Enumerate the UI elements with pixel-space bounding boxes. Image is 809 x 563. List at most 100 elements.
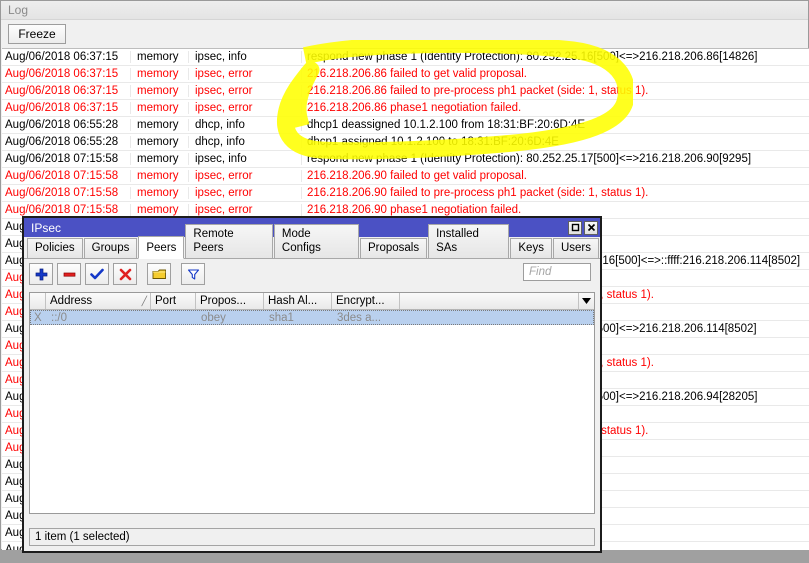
log-cell-topics: ipsec, error: [189, 187, 302, 199]
log-cell-time: Aug/06/2018 06:37:15: [2, 85, 131, 97]
ipsec-dialog: IPsec Policies Groups Peers Remote Peers Mod…: [22, 216, 602, 553]
find-input[interactable]: Find: [523, 263, 591, 281]
log-cell-message: dhcp1 assigned 10.1.2.100 to 18:31:BF:20…: [307, 136, 559, 148]
comment-icon[interactable]: [147, 263, 171, 285]
log-cell-message: 216.218.206.90 failed to get valid propo…: [307, 170, 527, 182]
peers-col-header-propos[interactable]: Propos...: [196, 293, 264, 309]
log-cell-time: Aug/06/2018 06:55:28: [2, 119, 131, 131]
close-icon[interactable]: [584, 220, 598, 235]
log-cell-buffer: memory: [131, 187, 189, 199]
log-cell-topics: dhcp, info: [189, 136, 302, 148]
log-cell-topics: dhcp, info: [189, 119, 302, 131]
peers-col-label: Hash Al...: [268, 295, 318, 307]
log-cell-buffer: memory: [131, 85, 189, 97]
log-cell-time: Aug/06/2018 07:15:58: [2, 153, 131, 165]
log-cell-time: Aug/06/2018 06:37:15: [2, 51, 131, 63]
peers-cell-hash: sha1: [269, 311, 294, 324]
log-toolbar: Freeze: [1, 20, 808, 47]
log-cell-message: 216.218.206.86 failed to get valid propo…: [307, 68, 527, 80]
tab-keys[interactable]: Keys: [510, 238, 552, 258]
log-cell-topics: ipsec, error: [189, 170, 302, 182]
log-cell-buffer: memory: [131, 51, 189, 63]
peers-table-header: Address ╱ Port Propos... Hash Al... Encrypt..…: [30, 293, 594, 310]
log-cell-message: 216.218.206.86 phase1 negotiation failed…: [307, 102, 522, 114]
log-cell-topics: ipsec, info: [189, 153, 302, 165]
peers-cell-proposal: obey: [201, 311, 226, 324]
add-icon[interactable]: [29, 263, 53, 285]
log-row[interactable]: Aug/06/2018 06:37:15 memory ipsec, error 21…: [2, 83, 809, 100]
tab-policies[interactable]: Policies: [27, 238, 83, 258]
peers-col-header-address[interactable]: Address ╱: [46, 293, 151, 309]
peers-cell-flag: X: [34, 311, 42, 324]
log-row[interactable]: Aug/06/2018 07:15:58 memory ipsec, error 21…: [2, 168, 809, 185]
peers-col-header[interactable]: [30, 293, 46, 309]
tab-remote-peers[interactable]: Remote Peers: [185, 224, 273, 258]
log-row[interactable]: Aug/06/2018 06:55:28 memory dhcp, info dhcp…: [2, 134, 809, 151]
column-menu-chevron-down-icon[interactable]: [578, 293, 594, 309]
log-cell-time: Aug/06/2018 07:15:58: [2, 170, 131, 182]
peers-cell-address: ::/0: [51, 311, 67, 324]
log-cell-time: Aug/06/2018 06:37:15: [2, 68, 131, 80]
find-placeholder: Find: [529, 266, 552, 278]
log-cell-buffer: memory: [131, 102, 189, 114]
log-row[interactable]: Aug/06/2018 06:37:15 memory ipsec, error 21…: [2, 100, 809, 117]
ipsec-tabstrip: Policies Groups Peers Remote Peers Mode Conf…: [24, 224, 600, 259]
tab-proposals[interactable]: Proposals: [359, 238, 428, 258]
log-row[interactable]: Aug/06/2018 06:55:28 memory dhcp, info dhcp…: [2, 117, 809, 134]
peers-col-label: Propos...: [200, 295, 247, 307]
status-bar: 1 item (1 selected): [29, 528, 595, 546]
peers-col-header-encrypt[interactable]: Encrypt...: [332, 293, 400, 309]
peers-table-body[interactable]: X::/0 obey sha1 3des a...: [30, 310, 594, 325]
log-row[interactable]: Aug/06/2018 06:37:15 memory ipsec, info res…: [2, 49, 809, 66]
peers-cell-encryption: 3des a...: [337, 311, 382, 324]
sort-indicator-icon: ╱: [141, 295, 147, 306]
maximize-icon[interactable]: [568, 220, 582, 235]
log-cell-message: respond new phase 1 (Identity Protection…: [307, 51, 758, 63]
enable-icon[interactable]: [85, 263, 109, 285]
tab-users[interactable]: Users: [552, 238, 599, 258]
tab-installed-sas[interactable]: Installed SAs: [428, 224, 510, 258]
peers-col-header-port[interactable]: Port: [151, 293, 196, 309]
ipsec-toolbar: Find: [24, 259, 600, 289]
peers-col-label: Port: [155, 295, 177, 307]
log-cell-message: dhcp1 deassigned 10.1.2.100 from 18:31:B…: [307, 119, 586, 131]
log-cell-buffer: memory: [131, 68, 189, 80]
log-cell-buffer: memory: [131, 136, 189, 148]
screen: Log Freeze Aug/06/2018 06:37:15 memory ips…: [0, 0, 809, 563]
peers-col-header-hashal[interactable]: Hash Al...: [264, 293, 332, 309]
log-cell-time: Aug/06/2018 07:15:58: [2, 204, 131, 216]
log-cell-time: Aug/06/2018 07:15:58: [2, 187, 131, 199]
remove-icon[interactable]: [57, 263, 81, 285]
peers-col-header[interactable]: [400, 293, 594, 309]
log-cell-topics: ipsec, info: [189, 51, 302, 63]
disable-icon[interactable]: [113, 263, 137, 285]
log-titlebar: Log: [1, 1, 808, 20]
peers-col-label: Encrypt...: [336, 295, 385, 307]
peers-table[interactable]: Address ╱ Port Propos... Hash Al... Encrypt..…: [29, 292, 595, 514]
filter-icon[interactable]: [181, 263, 205, 285]
log-cell-topics: ipsec, error: [189, 204, 302, 216]
freeze-button[interactable]: Freeze: [8, 23, 66, 44]
tab-mode-configs[interactable]: Mode Configs: [273, 224, 359, 258]
log-cell-topics: ipsec, error: [189, 68, 302, 80]
log-cell-topics: ipsec, error: [189, 85, 302, 97]
peers-col-label: Address: [50, 295, 93, 307]
peers-table-row[interactable]: X::/0 obey sha1 3des a...: [30, 310, 594, 325]
log-row[interactable]: Aug/06/2018 07:15:58 memory ipsec, info res…: [2, 151, 809, 168]
log-cell-message: 216.218.206.90 failed to pre-process ph1…: [307, 187, 649, 199]
log-cell-message: 216.218.206.86 failed to pre-process ph1…: [307, 85, 649, 97]
log-cell-time: Aug/06/2018 06:37:15: [2, 102, 131, 114]
log-cell-topics: ipsec, error: [189, 102, 302, 114]
log-cell-time: Aug/06/2018 06:55:28: [2, 136, 131, 148]
log-cell-buffer: memory: [131, 170, 189, 182]
log-cell-buffer: memory: [131, 204, 189, 216]
log-window-title: Log: [8, 3, 29, 17]
log-row[interactable]: Aug/06/2018 06:37:15 memory ipsec, error 21…: [2, 66, 809, 83]
log-cell-buffer: memory: [131, 153, 189, 165]
log-cell-message: 216.218.206.90 phase1 negotiation failed…: [307, 204, 522, 216]
log-row[interactable]: Aug/06/2018 07:15:58 memory ipsec, error 21…: [2, 185, 809, 202]
log-cell-message: respond new phase 1 (Identity Protection…: [307, 153, 752, 165]
tab-groups[interactable]: Groups: [83, 238, 138, 258]
log-cell-buffer: memory: [131, 119, 189, 131]
tab-peers[interactable]: Peers: [138, 236, 185, 259]
